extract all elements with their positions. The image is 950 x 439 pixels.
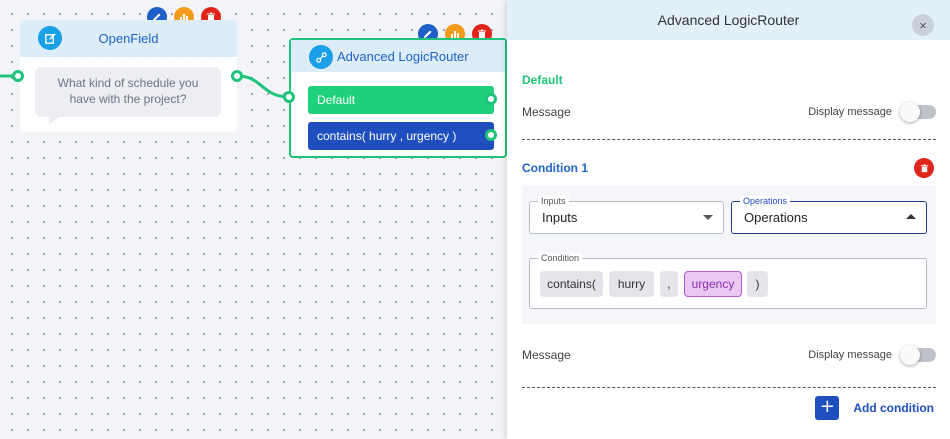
add-icon[interactable]: + bbox=[815, 396, 840, 420]
router-header: Advanced LogicRouter bbox=[291, 40, 505, 72]
condition-display-message-label: Display message bbox=[808, 349, 892, 361]
token-chip[interactable]: , bbox=[660, 271, 678, 297]
operations-value: Operations bbox=[744, 210, 808, 225]
token-chip[interactable]: ) bbox=[747, 271, 768, 297]
openfield-question-bubble: What kind of schedule you have with the … bbox=[35, 67, 221, 125]
section-divider bbox=[522, 387, 936, 388]
token-chip[interactable]: hurry bbox=[609, 271, 654, 297]
default-message-label: Message bbox=[522, 105, 571, 119]
toggle-knob bbox=[900, 345, 920, 365]
close-icon[interactable]: × bbox=[912, 14, 934, 36]
default-section-label: Default bbox=[522, 73, 563, 87]
route-condition-port[interactable] bbox=[485, 129, 497, 141]
default-message-row: Message Display message bbox=[522, 101, 950, 125]
inputs-value: Inputs bbox=[542, 210, 578, 225]
router-input-port[interactable] bbox=[283, 91, 295, 103]
condition-message-label: Message bbox=[522, 348, 571, 362]
default-display-message-label: Display message bbox=[808, 106, 892, 118]
section-divider bbox=[522, 139, 936, 140]
inputs-select[interactable]: Inputs Inputs bbox=[529, 196, 724, 234]
openfield-to-router-connector bbox=[237, 74, 290, 99]
condition-section-label: Condition 1 bbox=[522, 161, 588, 175]
openfield-node[interactable]: OpenField What kind of schedule you have… bbox=[20, 20, 237, 132]
condition-legend: Condition bbox=[538, 253, 583, 263]
condition-display-message-toggle[interactable] bbox=[900, 345, 936, 365]
operations-select[interactable]: Operations Operations bbox=[731, 196, 927, 234]
add-condition-row[interactable]: + Add condition bbox=[815, 396, 934, 420]
condition-message-row: Message Display message bbox=[522, 344, 950, 368]
panel-title: Advanced LogicRouter bbox=[657, 12, 800, 28]
router-icon bbox=[309, 45, 333, 69]
chevron-down-icon bbox=[703, 215, 713, 220]
openfield-title: OpenField bbox=[98, 31, 159, 46]
delete-condition-icon[interactable] bbox=[914, 158, 934, 178]
flow-canvas[interactable]: OpenField What kind of schedule you have… bbox=[0, 0, 950, 439]
router-settings-panel: Advanced LogicRouter × Default Message D… bbox=[507, 0, 950, 439]
openfield-header: OpenField bbox=[20, 20, 237, 57]
toggle-knob bbox=[900, 102, 920, 122]
route-condition-1[interactable]: contains( hurry , urgency ) bbox=[308, 122, 494, 150]
default-display-message-toggle[interactable] bbox=[900, 102, 936, 122]
route-default[interactable]: Default bbox=[308, 86, 494, 114]
chevron-up-icon bbox=[906, 214, 916, 219]
add-condition-label[interactable]: Add condition bbox=[853, 401, 934, 415]
operations-legend: Operations bbox=[740, 196, 791, 206]
condition-expression-field[interactable]: Condition contains( hurry , urgency ) bbox=[529, 253, 927, 309]
openfield-input-port[interactable] bbox=[12, 70, 24, 82]
router-title: Advanced LogicRouter bbox=[337, 49, 469, 64]
logic-router-node[interactable]: Advanced LogicRouter Default contains( h… bbox=[289, 38, 507, 158]
inputs-legend: Inputs bbox=[538, 196, 569, 206]
condition-editor: Inputs Inputs Operations Operations Cond… bbox=[522, 186, 936, 324]
route-default-port[interactable] bbox=[485, 93, 497, 105]
openfield-output-port[interactable] bbox=[231, 70, 243, 82]
token-chip-highlighted[interactable]: urgency bbox=[684, 271, 742, 297]
panel-header: Advanced LogicRouter × bbox=[507, 0, 950, 40]
token-chip[interactable]: contains( bbox=[540, 271, 603, 297]
